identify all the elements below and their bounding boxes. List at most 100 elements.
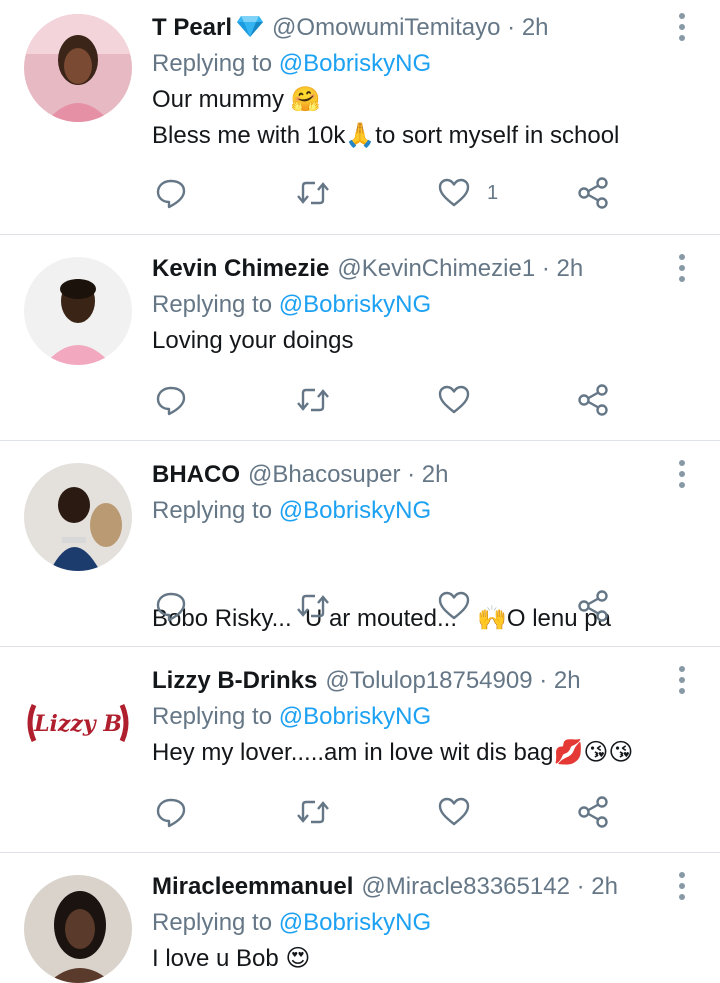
separator-dot: · <box>407 461 416 488</box>
user-handle[interactable]: @Bhacosuper <box>248 461 400 488</box>
tweet-header: Kevin Chimezie @KevinChimezie1 · 2h <box>152 251 660 287</box>
avatar[interactable] <box>24 14 132 122</box>
reply-button[interactable] <box>154 176 188 210</box>
avatar[interactable] <box>24 875 132 983</box>
separator-dot: · <box>539 667 548 694</box>
tweet-header: Lizzy B-Drinks @Tolulop18754909 · 2h <box>152 663 660 699</box>
retweet-icon <box>297 388 329 412</box>
user-handle[interactable]: @Tolulop18754909 <box>325 667 532 694</box>
replying-handle-link[interactable]: @BobriskyNG <box>279 50 431 77</box>
tweet-actions <box>154 383 624 417</box>
replying-label: Replying to <box>152 291 273 318</box>
retweet-icon <box>297 800 329 824</box>
avatar[interactable] <box>24 257 132 365</box>
replying-label: Replying to <box>152 497 273 524</box>
avatar-logo-text: Lizzy B <box>33 711 122 737</box>
tweet-text-line: Hey my lover.....am in love wit dis bag💋… <box>152 739 634 766</box>
separator-dot: · <box>507 14 516 41</box>
tweet-header: T Pearl @OmowumiTemitayo · 2h <box>152 10 660 46</box>
like-button[interactable] <box>437 795 471 829</box>
avatar[interactable] <box>24 463 132 571</box>
retweet-icon <box>297 594 329 618</box>
tweet-content: Miracleemmanuel @Miracle83365142 · 2h Rep… <box>152 869 660 977</box>
like-count: 1 <box>487 181 499 204</box>
tweet-header: Miracleemmanuel @Miracle83365142 · 2h <box>152 869 660 905</box>
heart-icon <box>438 591 470 620</box>
share-button[interactable] <box>576 383 610 417</box>
replying-to: Replying to @BobriskyNG <box>152 699 660 735</box>
tweet-content: Lizzy B-Drinks @Tolulop18754909 · 2h Repl… <box>152 663 660 771</box>
user-handle[interactable]: @KevinChimezie1 <box>337 255 535 282</box>
reply-icon <box>156 798 186 828</box>
user-handle[interactable]: @OmowumiTemitayo <box>272 14 500 41</box>
retweet-button[interactable] <box>295 383 331 417</box>
tweet-text-line: Bless me with 10k🙏to sort myself in scho… <box>152 122 620 149</box>
more-vertical-icon[interactable] <box>678 459 686 489</box>
tweet-header: BHACO @Bhacosuper · 2h <box>152 457 660 493</box>
display-name[interactable]: BHACO <box>152 461 240 488</box>
tweet-2[interactable]: Kevin Chimezie @KevinChimezie1 · 2h Reply… <box>0 235 720 441</box>
tweet-actions <box>154 589 624 623</box>
more-vertical-icon[interactable] <box>678 12 686 42</box>
tweet-3[interactable]: BHACO @Bhacosuper · 2h Replying to @Bobri… <box>0 441 720 647</box>
more-vertical-icon[interactable] <box>678 871 686 901</box>
tweet-actions: 1 <box>154 176 624 210</box>
reply-button[interactable] <box>154 795 188 829</box>
display-name[interactable]: Lizzy B-Drinks <box>152 667 317 694</box>
replying-to: Replying to @BobriskyNG <box>152 905 660 941</box>
replying-to: Replying to @BobriskyNG <box>152 46 660 82</box>
share-icon <box>578 177 608 209</box>
replying-handle-link[interactable]: @BobriskyNG <box>279 497 431 524</box>
heart-icon <box>438 797 470 826</box>
share-button[interactable] <box>576 795 610 829</box>
retweet-button[interactable] <box>295 176 331 210</box>
timestamp[interactable]: 2h <box>557 255 584 282</box>
reply-button[interactable] <box>154 589 188 623</box>
like-button[interactable]: 1 <box>437 176 498 210</box>
timestamp[interactable]: 2h <box>554 667 581 694</box>
replying-label: Replying to <box>152 50 273 77</box>
reply-icon <box>156 179 186 209</box>
timestamp[interactable]: 2h <box>522 14 549 41</box>
share-icon <box>578 384 608 416</box>
timestamp[interactable]: 2h <box>591 873 618 900</box>
tweet-content: Kevin Chimezie @KevinChimezie1 · 2h Reply… <box>152 251 660 359</box>
share-button[interactable] <box>576 589 610 623</box>
retweet-button[interactable] <box>295 795 331 829</box>
display-name[interactable]: Kevin Chimezie <box>152 255 329 282</box>
retweet-button[interactable] <box>295 589 331 623</box>
timestamp[interactable]: 2h <box>422 461 449 488</box>
tweet-4[interactable]: Lizzy B Lizzy B-Drinks @Tolulop18754909 ·… <box>0 647 720 853</box>
tweet-text-line: Loving your doings <box>152 327 354 354</box>
display-name[interactable]: T Pearl <box>152 14 232 41</box>
replying-to: Replying to @BobriskyNG <box>152 287 660 323</box>
tweet-content: T Pearl @OmowumiTemitayo · 2h Replying to… <box>152 10 660 154</box>
tweet-text-line: I love u Bob 😍 <box>152 945 311 972</box>
display-name[interactable]: Miracleemmanuel <box>152 873 353 900</box>
avatar[interactable]: Lizzy B <box>24 669 132 777</box>
replying-label: Replying to <box>152 703 273 730</box>
tweet-text: Hey my lover.....am in love wit dis bag💋… <box>152 735 660 771</box>
tweet-text-line: Our mummy 🤗 <box>152 86 321 113</box>
separator-dot: · <box>576 873 585 900</box>
reply-icon <box>156 386 186 416</box>
replying-handle-link[interactable]: @BobriskyNG <box>279 291 431 318</box>
tweet-1[interactable]: T Pearl @OmowumiTemitayo · 2h Replying to… <box>0 0 720 235</box>
more-vertical-icon[interactable] <box>678 665 686 695</box>
share-button[interactable] <box>576 176 610 210</box>
reply-feed: T Pearl @OmowumiTemitayo · 2h Replying to… <box>0 0 720 983</box>
tweet-actions <box>154 795 624 829</box>
reply-button[interactable] <box>154 383 188 417</box>
tweet-5[interactable]: Miracleemmanuel @Miracle83365142 · 2h Rep… <box>0 853 720 983</box>
replying-handle-link[interactable]: @BobriskyNG <box>279 909 431 936</box>
like-button[interactable] <box>437 383 471 417</box>
user-handle[interactable]: @Miracle83365142 <box>361 873 570 900</box>
replying-handle-link[interactable]: @BobriskyNG <box>279 703 431 730</box>
heart-icon <box>438 385 470 414</box>
tweet-text: Loving your doings <box>152 323 660 359</box>
retweet-icon <box>297 181 329 205</box>
separator-dot: · <box>541 255 550 282</box>
more-vertical-icon[interactable] <box>678 253 686 283</box>
replying-label: Replying to <box>152 909 273 936</box>
like-button[interactable] <box>437 589 471 623</box>
